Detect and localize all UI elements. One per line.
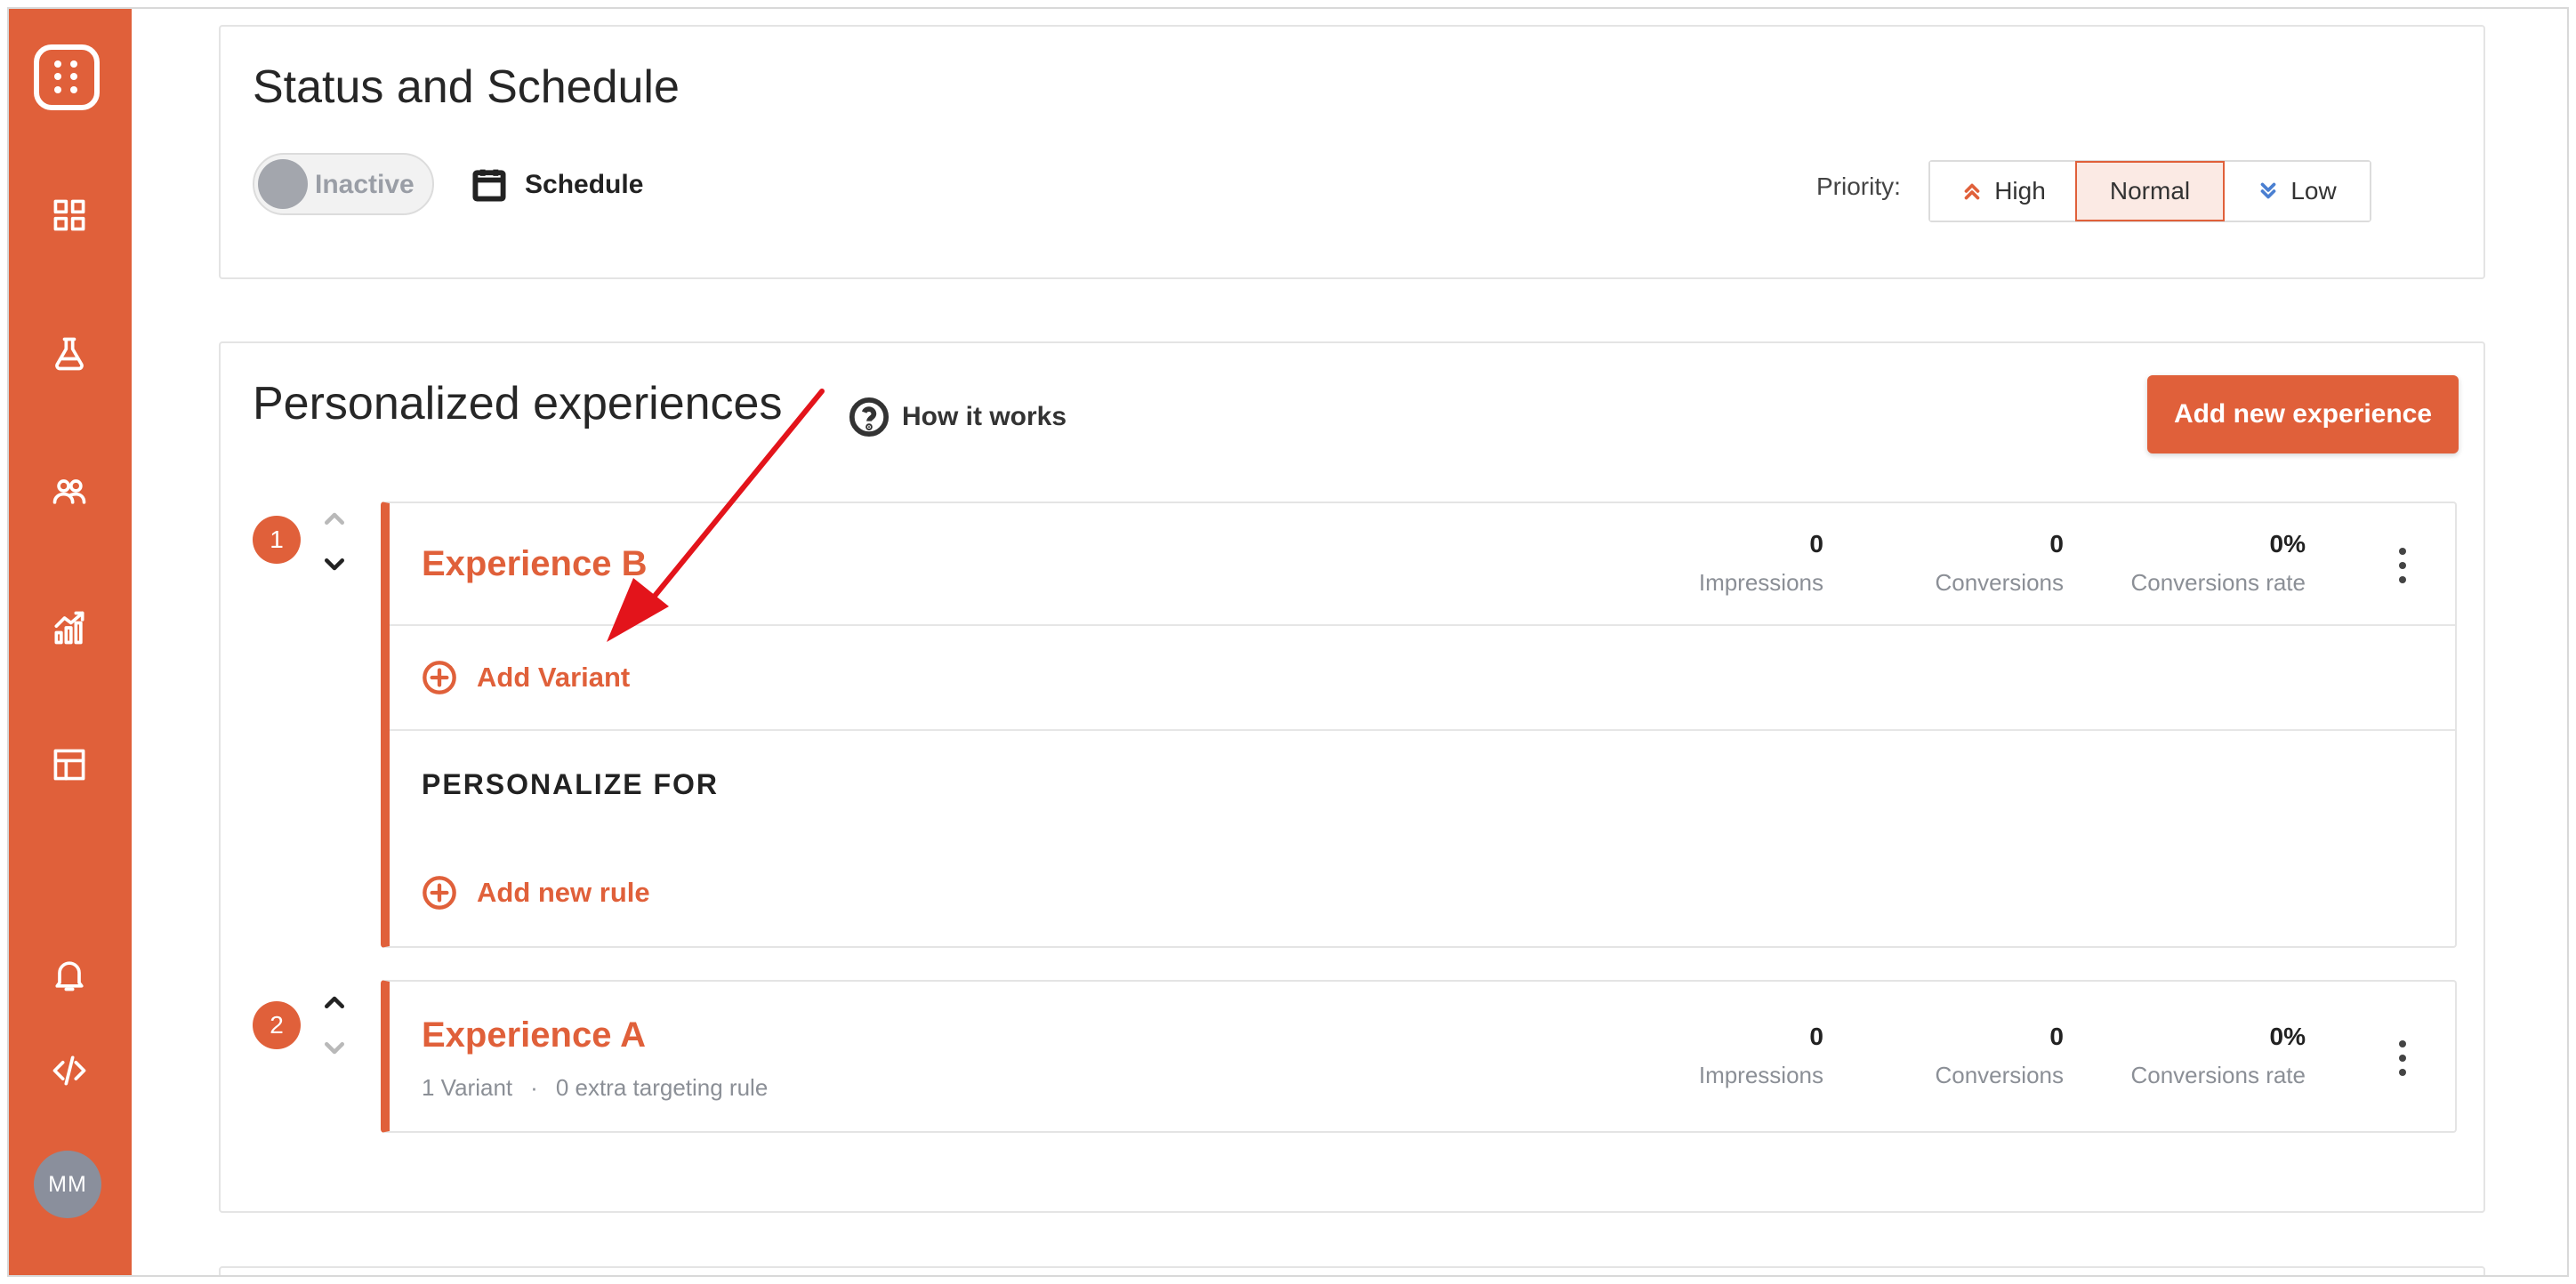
impressions-label: Impressions (1698, 569, 1823, 596)
more-options-icon[interactable] (2389, 1031, 2416, 1085)
status-schedule-card: Status and Schedule Inactive Schedule Pr… (219, 25, 2485, 279)
layout-icon[interactable] (44, 740, 94, 790)
notifications-icon[interactable] (44, 950, 94, 999)
schedule-button[interactable]: Schedule (470, 160, 643, 210)
impressions-value: 0 (1809, 1023, 1823, 1050)
move-up-button[interactable] (317, 502, 352, 537)
conversion-rate-label: Conversions rate (2130, 1062, 2306, 1088)
add-new-rule-button[interactable]: Add new rule (422, 875, 650, 911)
conversions-stat: 0 Conversions (1935, 1023, 2064, 1089)
conversion-rate-label: Conversions rate (2130, 569, 2306, 596)
add-new-experience-button[interactable]: Add new experience (2147, 375, 2459, 453)
conversion-rate-value: 0% (2269, 1023, 2306, 1050)
impressions-stat: 0 Impressions (1699, 530, 1823, 597)
targeting-rule-count: 0 extra targeting rule (555, 1074, 769, 1101)
personalize-for-heading: PERSONALIZE FOR (422, 768, 720, 800)
chevron-down-icon (325, 1042, 344, 1055)
personalized-experiences-card: Personalized experiences How it works Ad… (219, 341, 2485, 1213)
audiences-icon[interactable] (44, 466, 94, 516)
experience-name[interactable]: Experience A (422, 1015, 646, 1055)
help-icon (849, 397, 890, 437)
priority-selector: High Normal Low (1928, 160, 2371, 222)
user-avatar[interactable]: MM (34, 1151, 101, 1218)
move-down-button[interactable] (317, 546, 352, 582)
priority-normal-label: Normal (2109, 177, 2191, 205)
how-it-works-label: How it works (902, 402, 1067, 431)
double-chevron-down-icon (2260, 182, 2276, 199)
personalized-experiences-title: Personalized experiences (253, 378, 783, 429)
experience-rank-badge: 1 (253, 516, 301, 564)
add-variant-label: Add Variant (477, 662, 631, 693)
experience-meta: 1 Variant · 0 extra targeting rule (422, 1074, 768, 1102)
plus-circle-icon (423, 876, 456, 910)
add-variant-button[interactable]: Add Variant (422, 660, 630, 695)
chevron-up-icon (325, 512, 344, 525)
add-new-rule-label: Add new rule (477, 877, 650, 908)
conversions-stat: 0 Conversions (1935, 530, 2064, 597)
analytics-icon[interactable] (44, 603, 94, 653)
experiments-icon[interactable] (44, 329, 94, 379)
schedule-label: Schedule (525, 170, 644, 199)
conversions-value: 0 (2049, 530, 2064, 558)
conversion-rate-value: 0% (2269, 530, 2306, 558)
status-schedule-title: Status and Schedule (253, 61, 680, 113)
priority-label: Priority: (1816, 173, 1901, 200)
status-toggle-label: Inactive (315, 170, 415, 199)
plus-circle-icon (423, 661, 456, 694)
conversions-label: Conversions (1935, 569, 2064, 596)
divider (390, 729, 2455, 731)
conversions-label: Conversions (1935, 1062, 2064, 1088)
status-toggle[interactable]: Inactive (253, 153, 434, 215)
double-chevron-up-icon (1964, 183, 1980, 200)
chevron-down-icon (325, 558, 344, 571)
experience-rank-badge: 2 (253, 1001, 301, 1049)
priority-normal-button[interactable]: Normal (2075, 161, 2225, 221)
code-icon[interactable] (44, 1046, 94, 1095)
conversion-rate-stat: 0% Conversions rate (2130, 530, 2306, 597)
app-frame: MM Status and Schedule Inactive Schedule… (7, 7, 2569, 1277)
app-logo[interactable] (34, 44, 100, 110)
meta-separator: · (530, 1074, 538, 1101)
toggle-knob (258, 159, 308, 209)
priority-high-button[interactable]: High (1930, 162, 2076, 221)
more-options-icon[interactable] (2389, 539, 2416, 592)
dashboard-icon[interactable] (44, 190, 94, 240)
experience-name[interactable]: Experience B (422, 544, 647, 584)
move-down-button[interactable] (317, 1030, 352, 1065)
priority-low-button[interactable]: Low (2224, 162, 2370, 221)
priority-low-label: Low (2290, 177, 2337, 205)
impressions-value: 0 (1809, 530, 1823, 558)
impressions-label: Impressions (1698, 1062, 1823, 1088)
experience-item: Experience B 0 Impressions 0 Conversions… (381, 502, 2457, 948)
calendar-icon (472, 169, 506, 202)
move-up-button[interactable] (317, 985, 352, 1021)
next-section-card (219, 1266, 2485, 1275)
conversion-rate-stat: 0% Conversions rate (2130, 1023, 2306, 1089)
conversions-value: 0 (2049, 1023, 2064, 1050)
sidebar: MM (9, 9, 132, 1275)
priority-high-label: High (1994, 177, 2046, 205)
how-it-works-link[interactable]: How it works (849, 397, 1067, 437)
experience-item: Experience A 1 Variant · 0 extra targeti… (381, 980, 2457, 1133)
divider (390, 624, 2455, 626)
chevron-up-icon (325, 996, 344, 1008)
impressions-stat: 0 Impressions (1699, 1023, 1823, 1089)
variant-count: 1 Variant (422, 1074, 513, 1101)
